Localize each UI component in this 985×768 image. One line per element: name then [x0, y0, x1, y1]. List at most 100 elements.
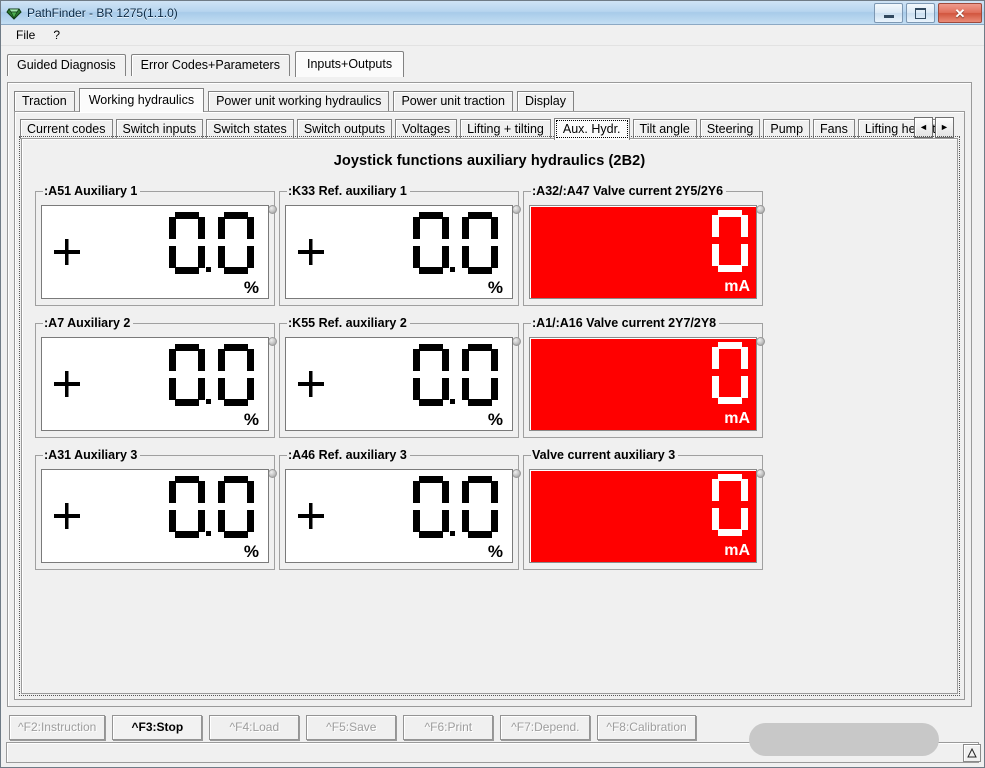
digit [462, 344, 498, 406]
minimize-button[interactable] [874, 3, 903, 23]
group-legend: :K55 Ref. auxiliary 2 [287, 316, 410, 330]
tab-scroll-controls: ◄ ► [914, 117, 954, 138]
title-bar: PathFinder - BR 1275(1.1.0) ✕ [1, 1, 984, 25]
close-button[interactable]: ✕ [938, 3, 982, 23]
joystick-cross-icon [298, 369, 324, 399]
digit [218, 344, 254, 406]
unit-label: mA [724, 410, 750, 427]
decimal-point [450, 212, 459, 274]
tab-traction[interactable]: Traction [14, 91, 75, 111]
fkey-f3-stop[interactable]: ^F3:Stop [112, 715, 202, 740]
tab-scroll-right-button[interactable]: ► [935, 117, 954, 138]
digit [413, 212, 449, 274]
led-indicator-icon [756, 337, 765, 346]
fkey-f6-print[interactable]: ^F6:Print [403, 715, 493, 740]
gauge-row: :A7 Auxiliary 2 [35, 316, 947, 438]
gauge: mA [529, 469, 757, 563]
led-indicator-icon [512, 469, 521, 478]
value-display: mA [529, 469, 757, 563]
joystick-cross-icon [298, 237, 324, 267]
gauge: % [41, 469, 269, 563]
seven-segment-value [709, 342, 748, 404]
value-display: % [41, 337, 269, 431]
group-legend: :A7 Auxiliary 2 [43, 316, 133, 330]
decimal-point [206, 476, 215, 538]
group-legend: :A32/:A47 Valve current 2Y5/2Y6 [531, 184, 726, 198]
tab-fans[interactable]: Fans [813, 119, 855, 139]
unit-label: % [244, 279, 259, 296]
unit-label: % [488, 411, 503, 428]
decimal-point [450, 476, 459, 538]
tab-guided-diagnosis[interactable]: Guided Diagnosis [7, 54, 126, 76]
digit [169, 212, 205, 274]
menu-item-help[interactable]: ? [44, 26, 69, 44]
fkey-f7-depend[interactable]: ^F7:Depend. [500, 715, 590, 740]
tab-scroll-left-button[interactable]: ◄ [914, 117, 933, 138]
unit-label: % [244, 543, 259, 560]
maximize-button[interactable] [906, 3, 935, 23]
group-legend: :A46 Ref. auxiliary 3 [287, 448, 410, 462]
tab-display[interactable]: Display [517, 91, 574, 111]
tab-aux-hydr[interactable]: Aux. Hydr. [554, 118, 630, 140]
tab-error-codes-parameters[interactable]: Error Codes+Parameters [131, 54, 290, 76]
unit-label: % [488, 543, 503, 560]
seven-segment-value [709, 210, 748, 272]
tab-lifting-tilting[interactable]: Lifting + tilting [460, 119, 551, 139]
gauge: % [41, 337, 269, 431]
tab-power-unit-traction[interactable]: Power unit traction [393, 91, 513, 111]
secondary-tab-strip: Traction Working hydraulics Power unit w… [8, 83, 971, 111]
maximize-icon [915, 8, 926, 19]
digit [413, 344, 449, 406]
group-legend: :A51 Auxiliary 1 [43, 184, 140, 198]
value-display: mA [529, 205, 757, 299]
tab-current-codes[interactable]: Current codes [20, 119, 113, 139]
value-display: % [285, 337, 513, 431]
gauge: % [41, 205, 269, 299]
gauge: % [285, 337, 513, 431]
tab-inputs-outputs[interactable]: Inputs+Outputs [295, 51, 404, 77]
group-a1-a16-valve-current-2y7-2y8: :A1/:A16 Valve current 2Y7/2Y8 mA [523, 316, 763, 438]
gauge: mA [529, 205, 757, 299]
fkey-f8-calibration[interactable]: ^F8:Calibration [597, 715, 695, 740]
menu-item-file[interactable]: File [7, 26, 44, 44]
fkey-f4-load[interactable]: ^F4:Load [209, 715, 299, 740]
gauge-cell: :A32/:A47 Valve current 2Y5/2Y6 mA [523, 184, 763, 306]
value-display: % [41, 469, 269, 563]
group-valve-current-auxiliary-3: Valve current auxiliary 3 mA [523, 448, 763, 570]
gauge-cell: :K33 Ref. auxiliary 1 [279, 184, 519, 306]
tab-pump[interactable]: Pump [763, 119, 810, 139]
group-a46-ref-auxiliary-3: :A46 Ref. auxiliary 3 [279, 448, 519, 570]
digit [218, 212, 254, 274]
tab-steering[interactable]: Steering [700, 119, 761, 139]
digit [462, 476, 498, 538]
triangle-icon [967, 748, 977, 758]
tab-power-unit-working-hydraulics[interactable]: Power unit working hydraulics [208, 91, 389, 111]
tab-switch-inputs[interactable]: Switch inputs [116, 119, 204, 139]
tab-switch-outputs[interactable]: Switch outputs [297, 119, 392, 139]
tab-voltages[interactable]: Voltages [395, 119, 457, 139]
resize-grip-button[interactable] [963, 744, 981, 762]
aux-hydraulics-panel: Joystick functions auxiliary hydraulics … [21, 138, 958, 694]
tab-tilt-angle[interactable]: Tilt angle [633, 119, 697, 139]
value-display: % [41, 205, 269, 299]
working-hydraulics-panel: Current codes Switch inputs Switch state… [14, 111, 965, 700]
close-icon: ✕ [955, 7, 966, 20]
tab-switch-states[interactable]: Switch states [206, 119, 294, 139]
gauge: mA [529, 337, 757, 431]
joystick-cross-icon [54, 501, 80, 531]
led-indicator-icon [756, 205, 765, 214]
tab-working-hydraulics[interactable]: Working hydraulics [79, 88, 204, 112]
primary-tab-strip: Guided Diagnosis Error Codes+Parameters … [1, 46, 984, 76]
led-indicator-icon [512, 205, 521, 214]
seven-segment-value [410, 476, 498, 538]
gauge: % [285, 469, 513, 563]
seven-segment-value [410, 212, 498, 274]
value-display: mA [529, 337, 757, 431]
seven-segment-value [410, 344, 498, 406]
led-indicator-icon [756, 469, 765, 478]
group-legend: :A31 Auxiliary 3 [43, 448, 140, 462]
fkey-f5-save[interactable]: ^F5:Save [306, 715, 396, 740]
led-indicator-icon [268, 337, 277, 346]
fkey-f2-instruction[interactable]: ^F2:Instruction [9, 715, 105, 740]
value-display: % [285, 205, 513, 299]
